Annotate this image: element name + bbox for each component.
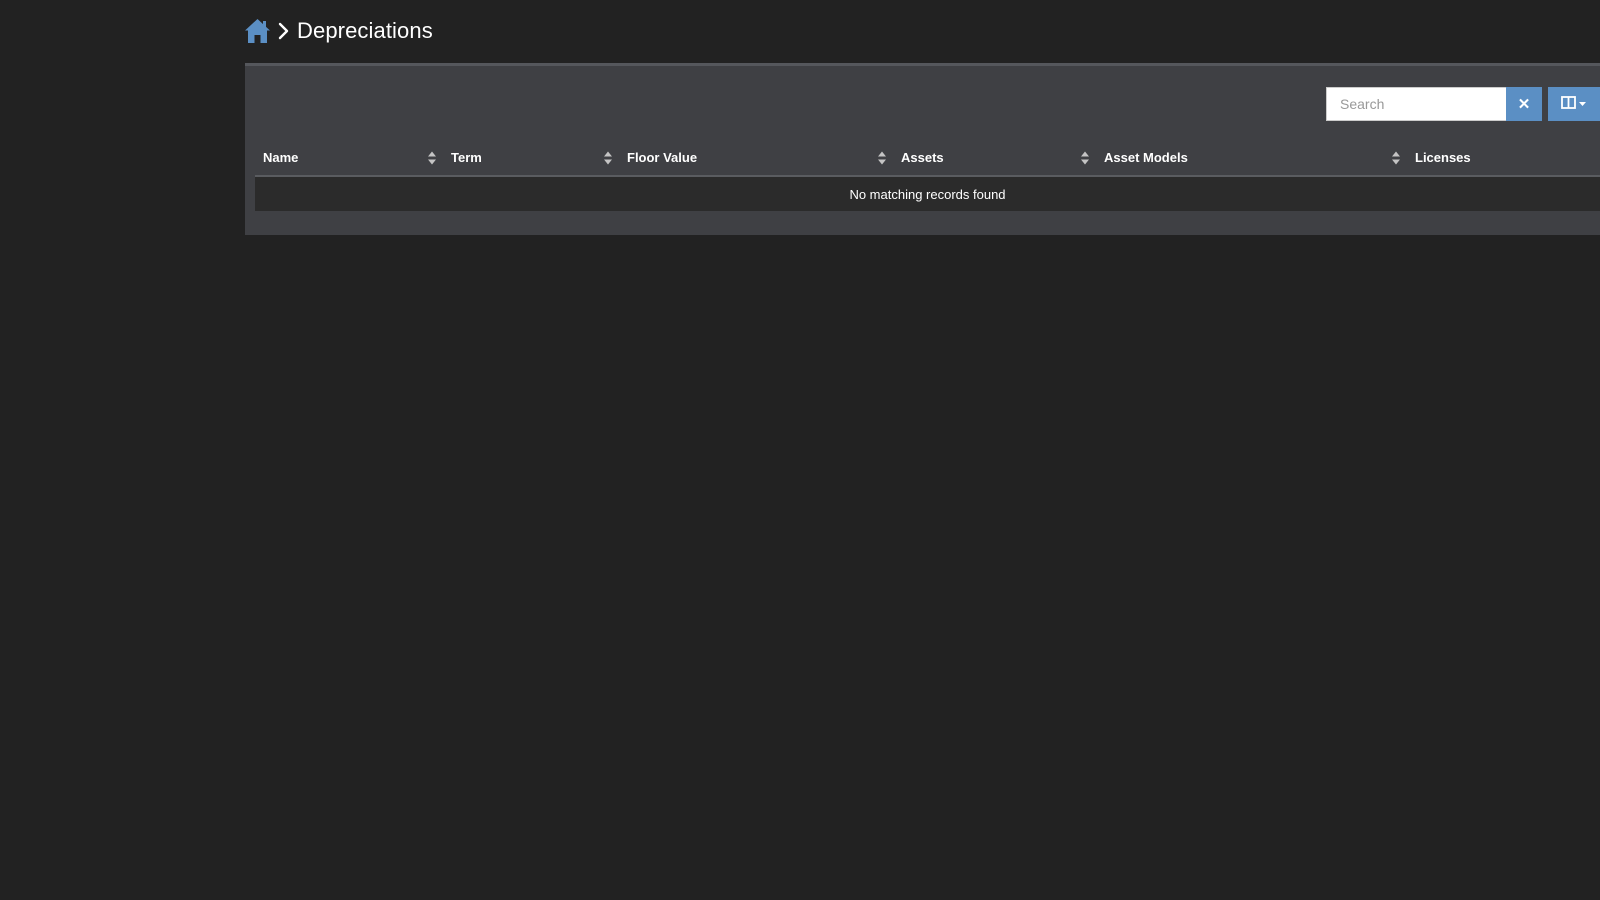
table-toolbar: ✕ — [1326, 87, 1600, 121]
sort-icon[interactable] — [603, 140, 613, 175]
close-icon: ✕ — [1517, 96, 1531, 113]
column-header-name[interactable]: Name — [263, 140, 298, 175]
clear-search-button[interactable]: ✕ — [1506, 87, 1542, 121]
columns-icon — [1561, 95, 1589, 113]
columns-toggle-button[interactable] — [1548, 87, 1600, 121]
table-header: Name Term Floor Value Assets Asset Model… — [255, 140, 1600, 177]
empty-table-message: No matching records found — [255, 177, 1600, 211]
column-header-licenses[interactable]: Licenses — [1415, 140, 1471, 175]
column-header-floor-value[interactable]: Floor Value — [627, 140, 697, 175]
chevron-right-icon — [278, 22, 290, 40]
depreciations-panel: ✕ Name Term Floor Value — [245, 63, 1600, 235]
column-header-assets[interactable]: Assets — [901, 140, 944, 175]
search-input[interactable] — [1326, 87, 1506, 121]
sort-icon[interactable] — [877, 140, 887, 175]
page-title: Depreciations — [297, 18, 433, 43]
sort-icon[interactable] — [1080, 140, 1090, 175]
sort-icon[interactable] — [427, 140, 437, 175]
column-header-term[interactable]: Term — [451, 140, 482, 175]
sort-icon[interactable] — [1391, 140, 1401, 175]
depreciations-table: Name Term Floor Value Assets Asset Model… — [255, 140, 1600, 211]
home-icon[interactable] — [244, 18, 271, 44]
breadcrumb: Depreciations — [244, 14, 433, 48]
column-header-asset-models[interactable]: Asset Models — [1104, 140, 1188, 175]
